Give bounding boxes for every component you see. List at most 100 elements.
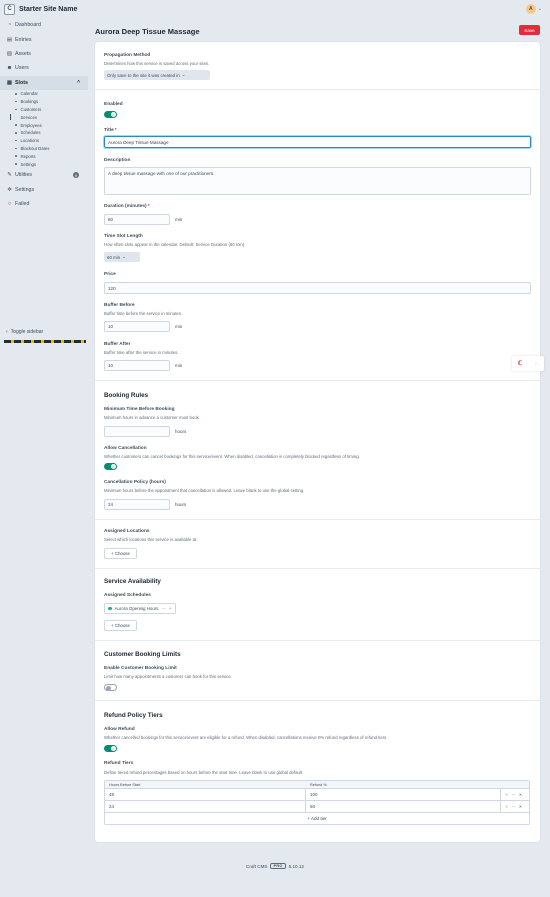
add-tier-button[interactable]: + Add tier bbox=[105, 813, 529, 824]
sidebar-item-utilities[interactable]: ✎ Utilities 9 bbox=[0, 168, 88, 182]
move-icon[interactable]: ✧ bbox=[505, 792, 509, 797]
sidebar-subitem-services[interactable]: Services bbox=[0, 113, 88, 121]
buffer-after-label: Buffer After bbox=[104, 342, 131, 347]
entries-icon: ▤ bbox=[6, 36, 13, 43]
subitem-label: Services bbox=[20, 114, 37, 120]
chevron-left-icon: ‹ bbox=[6, 329, 8, 335]
subitem-label: Calendar bbox=[20, 91, 38, 97]
failed-icon: ○ bbox=[7, 200, 12, 207]
sidebar-item-assets[interactable]: ▨ Assets bbox=[0, 47, 88, 61]
buffer-before-input[interactable]: 10 bbox=[104, 321, 170, 332]
sidebar: ◔ Dashboard ▤ Entries ▨ Assets ☻ Users ▦ Slot… bbox=[0, 18, 88, 211]
description-label: Description bbox=[104, 158, 131, 163]
enabled-toggle[interactable]: ✓ bbox=[104, 111, 117, 118]
schedule-chip[interactable]: Aurora Opening Hours ⋯ ✧ bbox=[104, 603, 176, 614]
check-icon: ✓ bbox=[111, 746, 116, 751]
edition-badge: PRO bbox=[270, 863, 286, 869]
move-icon[interactable]: ✧ bbox=[168, 606, 171, 611]
refund-cell[interactable]: 100 bbox=[306, 789, 501, 800]
divider bbox=[95, 568, 540, 569]
sidebar-subitem-customers[interactable]: Customers bbox=[0, 106, 88, 114]
choose-schedules-button[interactable]: + Choose bbox=[104, 620, 137, 631]
sidebar-item-entries[interactable]: ▤ Entries bbox=[0, 32, 88, 46]
sidebar-item-dashboard[interactable]: ◔ Dashboard bbox=[0, 18, 88, 32]
availability-heading: Service Availability bbox=[104, 578, 161, 585]
sidebar-item-label: Dashboard bbox=[15, 22, 41, 29]
table-header: Hours Before Start Refund % bbox=[105, 781, 529, 789]
table-row: 24 50 ✧ ⋯ ✕ bbox=[105, 801, 529, 813]
sidebar-subitem-schedules[interactable]: Schedules bbox=[0, 129, 88, 137]
more-icon[interactable]: ⋯ bbox=[161, 606, 165, 611]
buffer-after-unit: min bbox=[175, 363, 183, 368]
buffer-after-input[interactable]: 10 bbox=[104, 360, 170, 371]
sidebar-item-settings[interactable]: ✲ Settings bbox=[0, 182, 88, 196]
description-textarea[interactable]: A deep tissue massage with one of our pr… bbox=[104, 167, 531, 195]
cancel-policy-input[interactable]: 24 bbox=[104, 499, 170, 510]
subitem-label: Bookings bbox=[20, 99, 39, 105]
toggle-sidebar-button[interactable]: ‹ Toggle sidebar bbox=[6, 329, 43, 335]
close-icon[interactable]: ✕ bbox=[519, 792, 523, 797]
limit-toggle[interactable] bbox=[104, 684, 117, 691]
refund-heading: Refund Policy Tiers bbox=[104, 712, 163, 719]
divider bbox=[95, 700, 540, 701]
sidebar-subitem-employees[interactable]: Employees bbox=[0, 121, 88, 129]
hours-cell[interactable]: 24 bbox=[105, 801, 306, 812]
column-header: Refund % bbox=[310, 782, 327, 787]
sidebar-subitem-settings[interactable]: Settings bbox=[0, 160, 88, 168]
booking-rules-heading: Booking Rules bbox=[104, 392, 149, 399]
more-icon[interactable]: ⋯ bbox=[512, 792, 516, 797]
required-indicator: * bbox=[147, 204, 150, 209]
site-logo: C bbox=[4, 3, 15, 15]
slot-length-select[interactable]: 60 min ⌄ bbox=[104, 252, 140, 262]
schedules-label: Assigned Schedules bbox=[104, 593, 151, 598]
save-button[interactable]: Save bbox=[519, 25, 540, 35]
divider bbox=[95, 380, 540, 381]
refund-tiers-instructions: Define tiered refund percentages based o… bbox=[104, 770, 304, 775]
refund-cell[interactable]: 50 bbox=[306, 801, 501, 812]
sidebar-subitem-calendar[interactable]: Calendar bbox=[0, 90, 88, 98]
sidebar-item-slots[interactable]: ▦ Slots ^ bbox=[0, 75, 88, 90]
subitem-label: Employees bbox=[20, 122, 42, 128]
propagation-select[interactable]: Only save to the site it was created in ⌄ bbox=[104, 70, 210, 80]
table-row: 48 100 ✧ ⋯ ✕ bbox=[105, 789, 529, 801]
hours-cell[interactable]: 48 bbox=[105, 789, 306, 800]
min-time-label: Minimum Time Before Booking bbox=[104, 407, 175, 412]
close-icon[interactable]: ✕ bbox=[519, 804, 523, 809]
sidebar-subitem-locations[interactable]: Locations bbox=[0, 137, 88, 145]
more-icon[interactable]: ⋯ bbox=[512, 804, 516, 809]
duration-label-text: Duration (minutes) bbox=[104, 204, 147, 209]
sidebar-subitem-bookings[interactable]: Bookings bbox=[0, 98, 88, 106]
duration-label: Duration (minutes)* bbox=[104, 204, 150, 209]
sidebar-item-users[interactable]: ☻ Users bbox=[0, 61, 88, 75]
enabled-label: Enabled bbox=[104, 102, 123, 107]
duration-input[interactable]: 60 bbox=[104, 214, 170, 225]
subitem-label: Locations bbox=[20, 138, 39, 144]
title-label: Title* bbox=[104, 128, 117, 133]
sidebar-item-label: Users bbox=[15, 65, 29, 72]
title-input[interactable]: Aurora Deep Tissue Massage bbox=[104, 136, 531, 148]
floating-widget[interactable]: ℂ › bbox=[512, 356, 544, 371]
gear-icon: ✲ bbox=[7, 186, 12, 193]
choose-locations-button[interactable]: + Choose bbox=[104, 548, 137, 559]
users-icon: ☻ bbox=[6, 65, 13, 72]
chevron-right-icon: › bbox=[535, 360, 537, 367]
user-menu[interactable]: A ⌄ bbox=[525, 4, 542, 14]
global-header: C Starter Site Name A ⌄ bbox=[0, 0, 550, 18]
toggle-knob bbox=[106, 685, 111, 691]
min-time-instructions: Minimum hours in advance a customer must… bbox=[104, 415, 201, 420]
footer: Craft CMS PRO 5.10.12 bbox=[0, 863, 550, 869]
sidebar-subitem-reports[interactable]: Reports bbox=[0, 152, 88, 160]
sidebar-subitem-blackout-dates[interactable]: Blackout Dates bbox=[0, 145, 88, 153]
utilities-badge: 9 bbox=[73, 172, 79, 179]
min-time-input[interactable] bbox=[104, 426, 170, 437]
site-switcher[interactable]: C Starter Site Name bbox=[4, 3, 77, 15]
cancel-policy-instructions: Minimum hours before the appointment tha… bbox=[104, 488, 305, 493]
allow-refund-toggle[interactable]: ✓ bbox=[104, 745, 117, 752]
locations-instructions: Select which locations this service is a… bbox=[104, 537, 198, 542]
price-input[interactable]: 120 bbox=[104, 282, 531, 294]
schedule-chip-label: Aurora Opening Hours bbox=[114, 606, 159, 611]
content-pane: Propagation Method Determines how this s… bbox=[95, 42, 540, 842]
sidebar-item-failed[interactable]: ○ Failed bbox=[0, 197, 88, 211]
move-icon[interactable]: ✧ bbox=[505, 804, 509, 809]
allow-cancel-toggle[interactable]: ✓ bbox=[104, 463, 117, 470]
